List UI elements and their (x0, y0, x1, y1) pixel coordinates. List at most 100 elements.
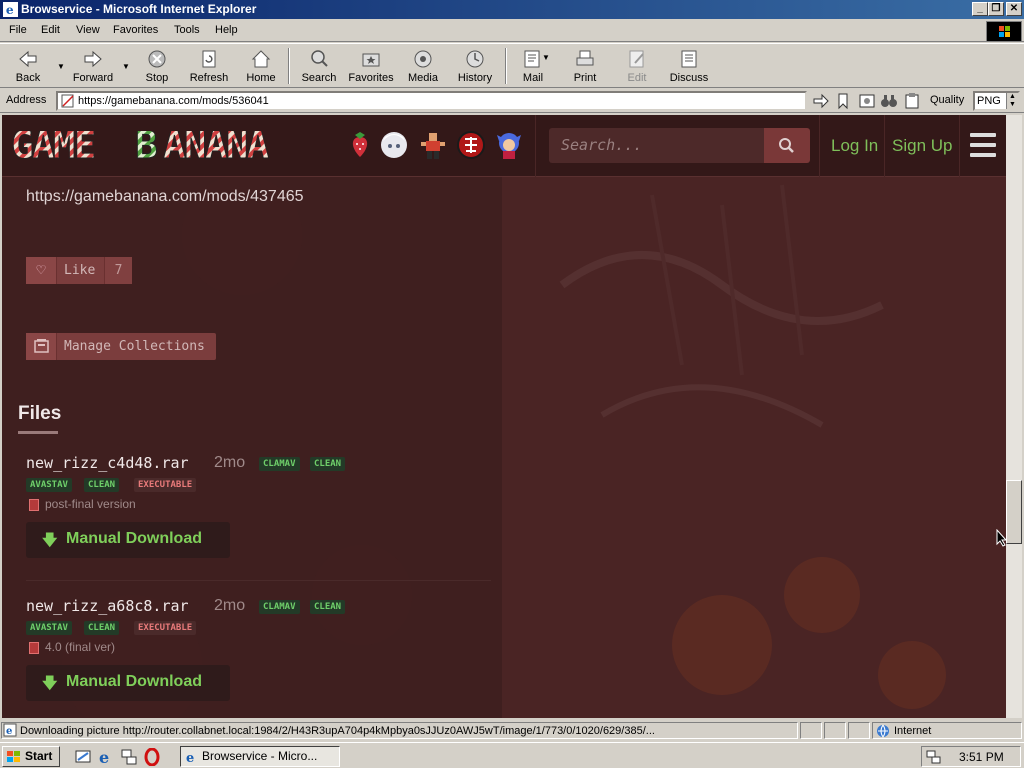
scan-status-badge: CLEAN (310, 457, 346, 471)
mail-dropdown-icon[interactable]: ▼ (542, 53, 550, 62)
fnf-character-game-icon[interactable] (494, 129, 524, 161)
close-button[interactable]: ✕ (1006, 2, 1022, 16)
address-bar: Address https://gamebanana.com/mods/5360… (0, 89, 1024, 113)
address-input[interactable]: https://gamebanana.com/mods/536041 (56, 91, 807, 111)
discuss-button[interactable]: Discuss (668, 47, 710, 87)
status-cell (800, 722, 822, 739)
scrollbar-thumb[interactable] (1006, 480, 1022, 544)
home-icon (251, 50, 271, 68)
file-description-icon (29, 642, 39, 654)
heart-icon: ♡ (26, 257, 57, 284)
scan-badge: AVASTAV (26, 478, 72, 492)
stop-button[interactable]: Stop (140, 47, 174, 87)
file-entry: new_rizz_a68c8.rar 2mo CLAMAV CLEAN AVAS… (26, 597, 491, 718)
files-heading: Files (18, 403, 62, 424)
media-icon (414, 50, 432, 68)
menu-favorites[interactable]: Favorites (113, 24, 158, 36)
bookmark-icon[interactable] (834, 92, 852, 110)
tray-network-icon[interactable] (926, 749, 942, 765)
mail-icon (524, 50, 540, 68)
title-bar: e Browservice - Microsoft Internet Explo… (0, 0, 1024, 19)
magnifier-icon (779, 138, 794, 153)
toolbar: Back ▼ Forward ▼ Stop Refresh Home Searc… (0, 43, 1024, 88)
file-description-icon (29, 499, 39, 511)
history-button[interactable]: History (455, 47, 495, 87)
svg-text:GAME: GAME (11, 131, 95, 161)
scan-badge: CLAMAV (259, 457, 300, 471)
hamburger-menu-icon[interactable] (970, 133, 996, 157)
strawberry-game-icon[interactable] (345, 129, 375, 161)
anime-character-game-icon[interactable] (379, 129, 409, 161)
site-search-input[interactable]: Search... (549, 128, 764, 163)
print-icon (576, 50, 594, 66)
security-zone-label: Internet (894, 725, 932, 737)
favorites-button[interactable]: Favorites (346, 47, 396, 87)
gamebanana-logo[interactable]: GAME B ANANA (11, 131, 322, 161)
menu-file[interactable]: File (9, 24, 27, 36)
site-header: GAME B ANANA Search... Log In Sign Up (2, 115, 1006, 177)
refresh-button[interactable]: Refresh (187, 47, 231, 87)
taskbar-browser-window[interactable]: e Browservice - Micro... (180, 746, 340, 767)
red-emblem-game-icon[interactable] (456, 129, 486, 161)
fighter-game-icon[interactable] (418, 129, 448, 161)
opera-icon[interactable] (143, 748, 161, 766)
quality-spinner-icon[interactable]: ▲ ▼ (1006, 93, 1018, 109)
back-dropdown-icon[interactable]: ▼ (57, 62, 65, 71)
executable-badge: EXECUTABLE (134, 478, 197, 492)
header-divider (884, 115, 885, 177)
mouse-cursor-icon (996, 529, 1006, 547)
scan-badge: AVASTAV (26, 621, 72, 635)
back-button[interactable]: Back (8, 47, 48, 87)
forward-dropdown-icon[interactable]: ▼ (122, 62, 130, 71)
files-heading-underline (18, 431, 58, 434)
header-divider (959, 115, 960, 177)
manual-download-button[interactable]: 🡇 Manual Download (26, 522, 230, 558)
binoculars-icon[interactable] (880, 92, 898, 110)
login-link[interactable]: Log In (831, 136, 878, 156)
network-icon[interactable] (120, 748, 138, 766)
menu-help[interactable]: Help (215, 24, 238, 36)
menu-tools[interactable]: Tools (174, 24, 200, 36)
restore-button[interactable]: ❐ (988, 2, 1004, 16)
site-search-button[interactable] (764, 128, 810, 163)
svg-text:e: e (99, 748, 109, 766)
file-description: 4.0 (final ver) (45, 640, 116, 654)
file-age: 2mo (214, 454, 246, 471)
page-viewport: GAME B ANANA Search... Log In Sign Up ht… (2, 115, 1006, 718)
vertical-scrollbar[interactable] (1006, 115, 1022, 718)
minimize-button[interactable]: _ (972, 2, 988, 16)
file-entry: new_rizz_c4d48.rar 2mo CLAMAV CLEAN AVAS… (26, 454, 491, 594)
taskbar: Start e e Browservice - Micro... 3:51 PM (0, 742, 1024, 768)
clipboard-icon[interactable] (903, 92, 921, 110)
menu-edit[interactable]: Edit (41, 24, 60, 36)
clock[interactable]: 3:51 PM (959, 750, 1004, 764)
like-button[interactable]: ♡ Like 7 (26, 257, 132, 284)
home-button[interactable]: Home (244, 47, 278, 87)
menu-view[interactable]: View (76, 24, 100, 36)
image-icon[interactable] (858, 92, 876, 110)
start-button[interactable]: Start (2, 746, 60, 767)
edit-button[interactable]: Edit (622, 47, 652, 87)
print-button[interactable]: Print (568, 47, 602, 87)
quality-select[interactable]: PNG ▲ ▼ (973, 91, 1020, 111)
ie-quicklaunch-icon[interactable]: e (97, 748, 115, 766)
search-button[interactable]: Search (300, 47, 338, 87)
status-bar: e Downloading picture http://router.coll… (0, 720, 1024, 741)
forward-button[interactable]: Forward (70, 47, 116, 87)
mod-source-url[interactable]: https://gamebanana.com/mods/437465 (26, 188, 304, 206)
header-divider (819, 115, 820, 177)
signup-link[interactable]: Sign Up (892, 136, 952, 156)
manage-collections-button[interactable]: Manage Collections (26, 333, 216, 360)
history-icon (466, 50, 484, 68)
go-arrow-icon[interactable] (812, 92, 830, 110)
show-desktop-icon[interactable] (74, 748, 92, 766)
window-title: Browservice - Microsoft Internet Explore… (21, 2, 257, 16)
favorites-icon (362, 53, 380, 67)
forward-arrow-icon (84, 50, 102, 68)
status-cell (848, 722, 870, 739)
windows-flag-icon (7, 751, 20, 762)
media-button[interactable]: Media (405, 47, 441, 87)
manual-download-button[interactable]: 🡇 Manual Download (26, 665, 230, 701)
svg-text:ANANA: ANANA (163, 131, 270, 161)
executable-badge: EXECUTABLE (134, 621, 197, 635)
